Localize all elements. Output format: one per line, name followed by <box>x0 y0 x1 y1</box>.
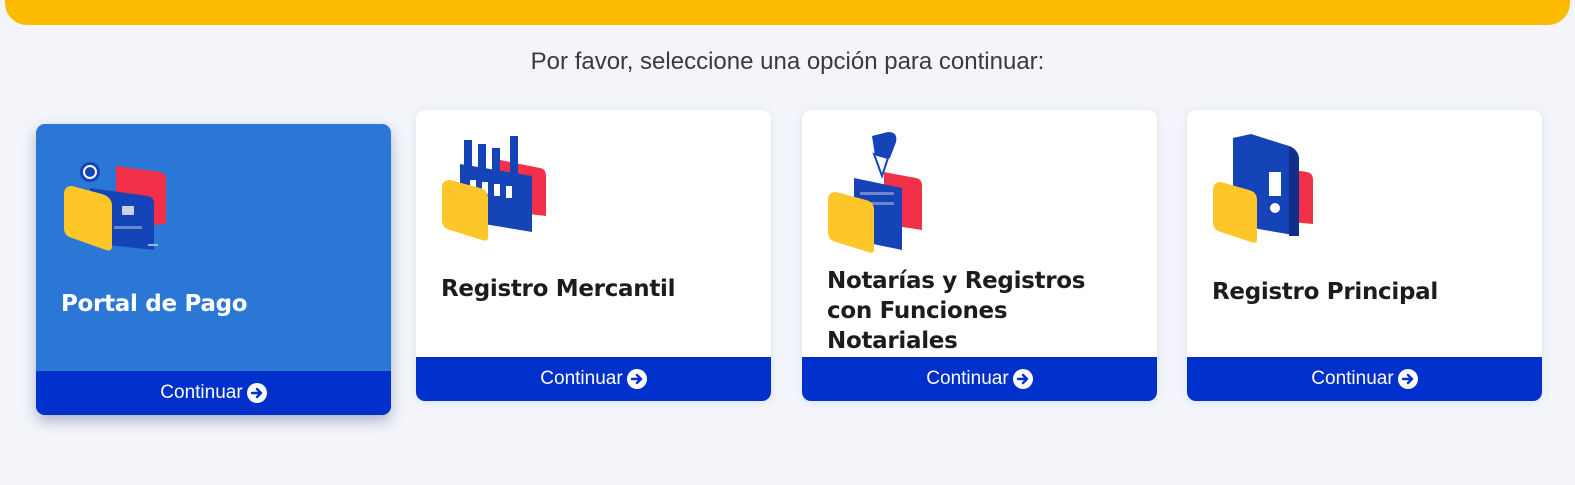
card-title: Portal de Pago <box>61 291 248 317</box>
top-banner <box>5 0 1570 25</box>
card-registro-principal[interactable]: Registro Principal Continuar <box>1187 110 1542 401</box>
arrow-right-icon <box>246 383 267 403</box>
card-title: Registro Mercantil <box>441 276 676 302</box>
card-notarias[interactable]: Notarías y Registros con Funciones Notar… <box>802 110 1157 401</box>
filing-cabinet-icon <box>1211 132 1323 250</box>
arrow-right-icon <box>626 369 647 389</box>
card-portal-de-pago[interactable]: Portal de Pago Continuar <box>36 124 391 415</box>
payment-card-icon <box>60 158 172 276</box>
continue-button[interactable]: Continuar <box>1187 357 1542 401</box>
continue-button[interactable]: Continuar <box>802 357 1157 401</box>
card-registro-mercantil[interactable]: Registro Mercantil Continuar <box>416 110 771 401</box>
factory-icon <box>440 132 552 250</box>
continue-button[interactable]: Continuar <box>416 357 771 401</box>
continue-button-label: Continuar <box>160 382 243 403</box>
continue-button[interactable]: Continuar <box>36 371 391 415</box>
selection-prompt: Por favor, seleccione una opción para co… <box>530 48 1045 75</box>
continue-button-label: Continuar <box>1311 368 1394 389</box>
continue-button-label: Continuar <box>540 368 623 389</box>
arrow-right-icon <box>1397 369 1418 389</box>
arrow-right-icon <box>1012 369 1033 389</box>
continue-button-label: Continuar <box>926 368 1009 389</box>
card-title: Notarías y Registros con Funciones Notar… <box>827 268 1086 354</box>
fountain-pen-document-icon <box>826 132 938 253</box>
card-title: Registro Principal <box>1212 279 1438 305</box>
